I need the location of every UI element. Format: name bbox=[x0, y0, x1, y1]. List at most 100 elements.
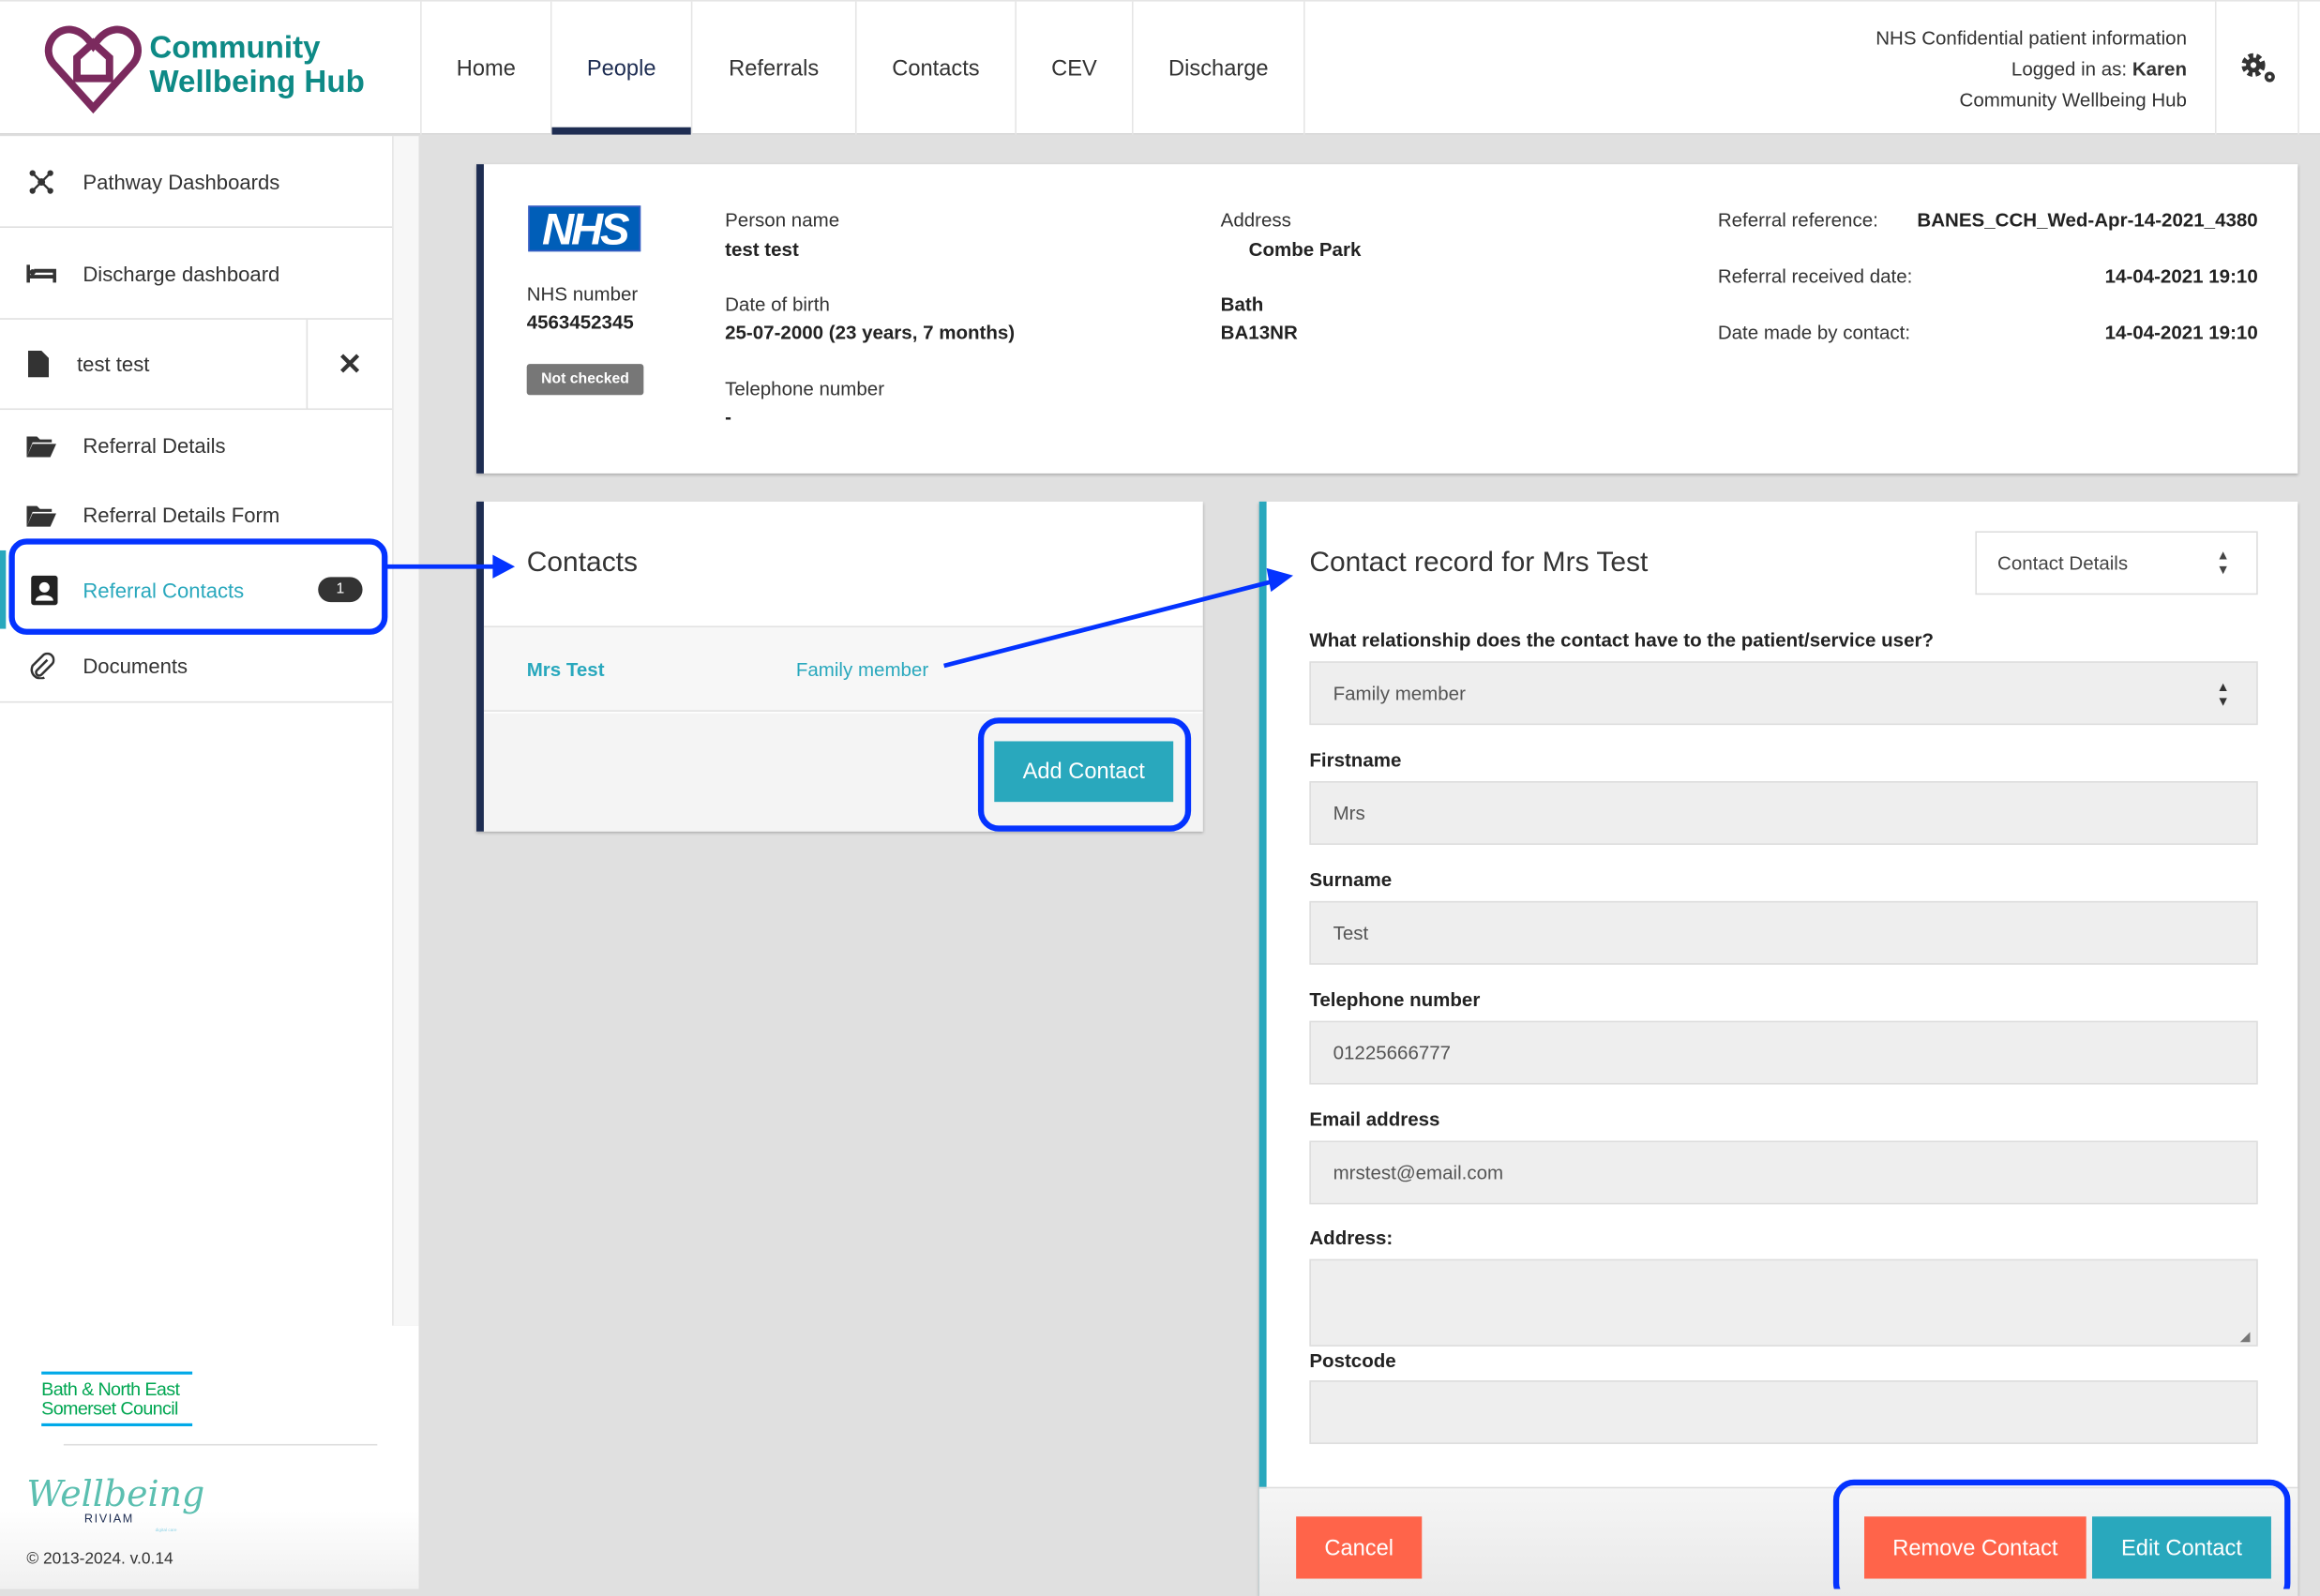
paperclip-icon bbox=[0, 652, 83, 679]
telephone-label: Telephone number bbox=[1309, 987, 1481, 1011]
logged-in-label: Logged in as: bbox=[2011, 57, 2128, 81]
council-line1: Bath & North East bbox=[41, 1378, 180, 1400]
postcode-input[interactable] bbox=[1309, 1380, 2258, 1444]
date-made: 14-04-2021 19:10 bbox=[2104, 321, 2258, 344]
status-badge: Not checked bbox=[526, 364, 644, 396]
tab-contacts[interactable]: Contacts bbox=[854, 1, 1015, 135]
gears-icon bbox=[2240, 53, 2275, 83]
address-label: Address: bbox=[1309, 1226, 1394, 1249]
sidebar-item-label: Discharge dashboard bbox=[83, 261, 280, 285]
sidebar-item-referral-details-form[interactable]: Referral Details Form bbox=[0, 479, 392, 550]
received-date-label: Referral received date: bbox=[1717, 264, 1913, 288]
sidebar-footer: Bath & North East Somerset Council Wellbe… bbox=[0, 1325, 419, 1589]
address-line1: Combe Park bbox=[1248, 238, 1362, 261]
sidebar-item-label: Referral Details bbox=[83, 432, 226, 457]
bed-icon bbox=[0, 263, 83, 283]
contacts-count-badge: 1 bbox=[318, 577, 363, 603]
sidebar-item-label: Pathway Dashboards bbox=[83, 169, 280, 193]
app-logo[interactable]: Community Wellbeing Hub bbox=[44, 23, 365, 122]
telephone-input[interactable]: 01225666777 bbox=[1309, 1020, 2258, 1085]
contacts-panel: Contacts Mrs Test Family member Add Cont… bbox=[476, 501, 1203, 832]
contact-relationship[interactable]: Family member bbox=[796, 658, 928, 681]
footer-divider bbox=[63, 1443, 378, 1446]
sidebar-item-referral-contacts[interactable]: Referral Contacts 1 bbox=[0, 550, 392, 629]
address-textarea[interactable] bbox=[1309, 1258, 2258, 1347]
view-select-value: Contact Details bbox=[1997, 551, 2129, 575]
sidebar-scrollbar[interactable] bbox=[392, 136, 419, 1326]
date-made-label: Date made by contact: bbox=[1717, 321, 1911, 344]
tab-referrals[interactable]: Referrals bbox=[690, 1, 855, 135]
council-line2: Somerset Council bbox=[41, 1398, 178, 1420]
address-label: Address bbox=[1220, 208, 1291, 232]
user-info: NHS Confidential patient information Log… bbox=[1876, 23, 2187, 115]
contacts-title: Contacts bbox=[526, 547, 639, 579]
folder-open-icon bbox=[0, 433, 83, 457]
telephone: - bbox=[725, 405, 731, 428]
sidebar-item-discharge-dashboard[interactable]: Discharge dashboard bbox=[0, 228, 393, 320]
sidebar-item-documents[interactable]: Documents bbox=[0, 629, 393, 703]
address-postcode: BA13NR bbox=[1220, 321, 1298, 344]
logo-line1: Community bbox=[149, 31, 321, 66]
wellbeing-logo: Wellbeing bbox=[26, 1473, 205, 1515]
copyright: © 2013-2024. v.0.14 bbox=[26, 1550, 173, 1569]
person-name: test test bbox=[725, 238, 799, 261]
add-contact-button[interactable]: Add Contact bbox=[994, 741, 1174, 803]
resize-handle-icon[interactable]: ◢ bbox=[2240, 1329, 2251, 1345]
riviam-sub: digital care bbox=[155, 1527, 177, 1533]
nhs-logo: NHS bbox=[528, 205, 641, 253]
dob-label: Date of birth bbox=[725, 293, 830, 316]
tab-discharge[interactable]: Discharge bbox=[1132, 1, 1305, 135]
surname-input[interactable]: Test bbox=[1309, 900, 2258, 965]
sidebar-item-test-test[interactable]: test test ✕ bbox=[0, 319, 393, 411]
file-icon bbox=[0, 350, 77, 378]
nhs-number: 4563452345 bbox=[526, 310, 634, 334]
heart-house-icon bbox=[44, 25, 142, 114]
sidebar-item-label: Documents bbox=[83, 653, 188, 677]
contact-name[interactable]: Mrs Test bbox=[527, 658, 605, 681]
telephone-label: Telephone number bbox=[725, 377, 885, 400]
contact-row[interactable]: Mrs Test Family member bbox=[483, 625, 1203, 712]
view-select[interactable]: Contact Details ▲ ▼ bbox=[1975, 531, 2258, 595]
network-icon bbox=[0, 168, 83, 194]
riviam-logo: RIVIAM bbox=[83, 1512, 134, 1526]
sidebar-item-label: test test bbox=[77, 352, 150, 376]
patient-banner: NHS NHS number 4563452345 Not checked Pe… bbox=[476, 164, 2298, 474]
relationship-value: Family member bbox=[1333, 682, 1466, 705]
logged-in-user: Karen bbox=[2132, 57, 2187, 81]
contact-card-icon bbox=[6, 574, 83, 605]
top-header: Community Wellbeing Hub Home People Refer… bbox=[0, 0, 2320, 135]
edit-contact-button[interactable]: Edit Contact bbox=[2092, 1516, 2271, 1579]
person-name-label: Person name bbox=[725, 208, 840, 232]
dob: 25-07-2000 (23 years, 7 months) bbox=[725, 321, 1016, 344]
sidebar-item-referral-details[interactable]: Referral Details bbox=[0, 410, 392, 479]
relationship-label: What relationship does the contact have … bbox=[1309, 628, 1934, 652]
surname-label: Surname bbox=[1309, 868, 1393, 891]
sidebar-item-label: Referral Details Form bbox=[83, 503, 280, 527]
email-label: Email address bbox=[1309, 1107, 1440, 1131]
sidebar-item-pathway-dashboards[interactable]: Pathway Dashboards bbox=[0, 136, 393, 228]
contact-record-title: Contact record for Mrs Test bbox=[1309, 547, 1649, 579]
postcode-label: Postcode bbox=[1309, 1348, 1396, 1372]
app-root: Community Wellbeing Hub Home People Refer… bbox=[0, 0, 2320, 1596]
council-logo: Bath & North East Somerset Council bbox=[41, 1371, 193, 1426]
referral-reference-label: Referral reference: bbox=[1717, 208, 1878, 232]
settings-button[interactable] bbox=[2214, 1, 2299, 135]
close-icon: ✕ bbox=[337, 348, 363, 382]
tab-home[interactable]: Home bbox=[420, 1, 550, 135]
nhs-number-label: NHS number bbox=[526, 282, 639, 306]
relationship-select[interactable]: Family member ▲ ▼ bbox=[1309, 661, 2258, 726]
email-input[interactable]: mrstest@email.com bbox=[1309, 1140, 2258, 1205]
firstname-input[interactable]: Mrs bbox=[1309, 781, 2258, 845]
cancel-button[interactable]: Cancel bbox=[1296, 1516, 1423, 1579]
select-arrows-icon: ▲ ▼ bbox=[2216, 547, 2230, 578]
close-record-button[interactable]: ✕ bbox=[306, 319, 393, 409]
tab-cev[interactable]: CEV bbox=[1015, 1, 1132, 135]
org-name: Community Wellbeing Hub bbox=[1959, 88, 2187, 112]
firstname-label: Firstname bbox=[1309, 748, 1402, 772]
tab-people[interactable]: People bbox=[550, 1, 691, 135]
remove-contact-button[interactable]: Remove Contact bbox=[1864, 1516, 2086, 1579]
folder-open-icon bbox=[0, 503, 83, 527]
logo-line2: Wellbeing Hub bbox=[149, 65, 365, 99]
confidential-note: NHS Confidential patient information bbox=[1876, 26, 2187, 50]
address-city: Bath bbox=[1220, 293, 1264, 316]
